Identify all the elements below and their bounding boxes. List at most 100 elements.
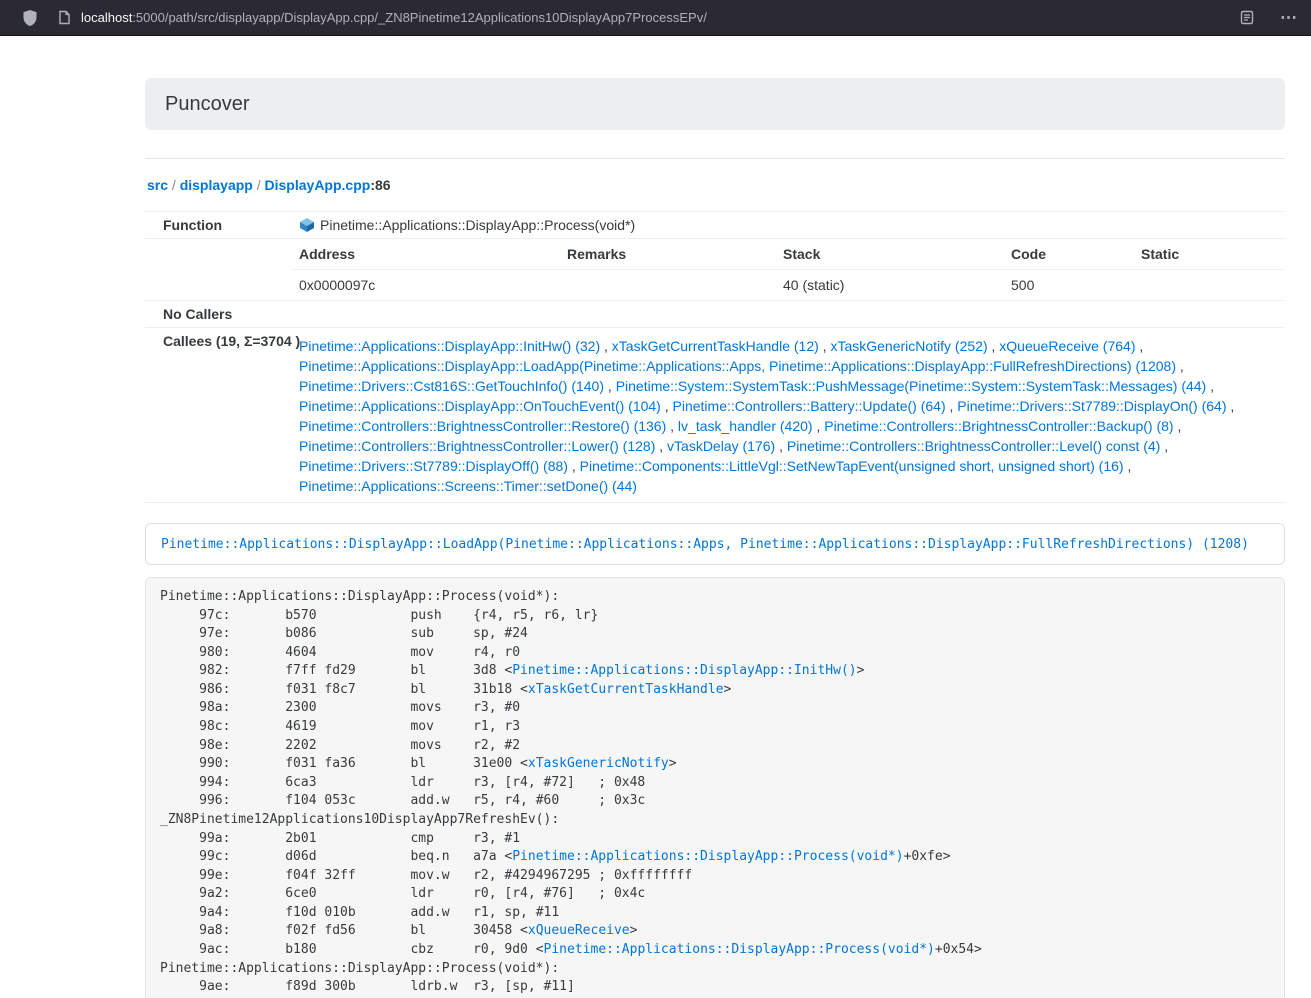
app-title: Puncover bbox=[165, 93, 250, 116]
callee-separator: , bbox=[655, 438, 667, 454]
callee-separator: , bbox=[1135, 338, 1143, 354]
code-line: 9a4: f10d 010b add.w r1, sp, #11 bbox=[160, 905, 559, 920]
overflow-menu-icon[interactable]: ⋯ bbox=[1280, 9, 1297, 26]
callee-link[interactable]: Pinetime::Drivers::St7789::DisplayOff() … bbox=[299, 458, 568, 474]
code-line: 980: 4604 mov r4, r0 bbox=[160, 645, 520, 660]
code-line: 994: 6ca3 ldr r3, [r4, #72] ; 0x48 bbox=[160, 775, 645, 790]
code-line: 99e: f04f 32ff mov.w r2, #4294967295 ; 0… bbox=[160, 868, 692, 883]
divider bbox=[145, 158, 1285, 159]
callers-row: No Callers bbox=[145, 301, 1285, 328]
callee-link[interactable]: Pinetime::Controllers::Battery::Update()… bbox=[673, 398, 946, 414]
code-symbol-link[interactable]: Pinetime::Applications::DisplayApp::Init… bbox=[512, 663, 856, 678]
breadcrumb-line-number: :86 bbox=[370, 177, 390, 193]
url-bar[interactable]: localhost:5000/path/src/displayapp/Displ… bbox=[81, 10, 1240, 25]
metrics-row: AddressRemarksStackCodeStatic 0x0000097c… bbox=[145, 239, 1285, 301]
callees-list: Pinetime::Applications::DisplayApp::Init… bbox=[291, 328, 1285, 503]
callee-separator: , bbox=[1227, 398, 1235, 414]
callee-link[interactable]: lv_task_handler (420) bbox=[678, 418, 813, 434]
callee-separator: , bbox=[813, 418, 825, 434]
metrics-value-code: 500 bbox=[1003, 270, 1133, 301]
metrics-header-code: Code bbox=[1003, 239, 1133, 270]
code-line: 98e: 2202 movs r2, #2 bbox=[160, 738, 520, 753]
code-line: 9ae: f89d 300b ldrb.w r3, [sp, #11] bbox=[160, 979, 575, 994]
breadcrumb-link[interactable]: src bbox=[147, 177, 168, 193]
code-line: 99c: d06d beq.n a7a <Pinetime::Applicati… bbox=[160, 849, 951, 864]
callees-row-label: Callees (19, Σ=3704 ) bbox=[145, 328, 291, 503]
callee-link[interactable]: Pinetime::Controllers::BrightnessControl… bbox=[824, 418, 1173, 434]
code-symbol-link[interactable]: xTaskGenericNotify bbox=[528, 756, 669, 771]
callee-separator: , bbox=[946, 398, 958, 414]
code-line: 990: f031 fa36 bl 31e00 <xTaskGenericNot… bbox=[160, 756, 677, 771]
callee-link[interactable]: Pinetime::System::SystemTask::PushMessag… bbox=[616, 378, 1207, 394]
callee-link[interactable]: Pinetime::Drivers::Cst816S::GetTouchInfo… bbox=[299, 378, 604, 394]
code-symbol-link[interactable]: Pinetime::Applications::DisplayApp::Proc… bbox=[512, 849, 903, 864]
callee-link[interactable]: xTaskGenericNotify (252) bbox=[830, 338, 987, 354]
callee-link[interactable]: Pinetime::Components::LittleVgl::SetNewT… bbox=[580, 458, 1124, 474]
callee-separator: , bbox=[1206, 378, 1214, 394]
code-line: 98c: 4619 mov r1, r3 bbox=[160, 719, 520, 734]
code-line: 986: f031 f8c7 bl 31b18 <xTaskGetCurrent… bbox=[160, 682, 731, 697]
callee-link[interactable]: Pinetime::Applications::Screens::Timer::… bbox=[299, 478, 637, 494]
metrics-header-address: Address bbox=[291, 239, 559, 270]
metrics-cell: AddressRemarksStackCodeStatic 0x0000097c… bbox=[291, 239, 1285, 301]
metrics-header-row: AddressRemarksStackCodeStatic bbox=[291, 239, 1285, 270]
code-line: 9ac: b180 cbz r0, 9d0 <Pinetime::Applica… bbox=[160, 942, 982, 957]
callee-link[interactable]: Pinetime::Applications::DisplayApp::OnTo… bbox=[299, 398, 661, 414]
callee-separator: , bbox=[604, 378, 616, 394]
code-line: 996: f104 053c add.w r5, r4, #60 ; 0x3c bbox=[160, 793, 645, 808]
breadcrumb-separator: / bbox=[253, 177, 265, 193]
callee-separator: , bbox=[666, 418, 678, 434]
function-row-label: Function bbox=[145, 212, 291, 239]
breadcrumb-link[interactable]: DisplayApp.cpp bbox=[265, 177, 371, 193]
callee-link[interactable]: Pinetime::Controllers::BrightnessControl… bbox=[299, 418, 666, 434]
breadcrumb-link[interactable]: displayapp bbox=[180, 177, 253, 193]
metrics-row-label bbox=[145, 239, 291, 301]
selected-symbol-link[interactable]: Pinetime::Applications::DisplayApp::Load… bbox=[161, 537, 1249, 552]
code-line: Pinetime::Applications::DisplayApp::Proc… bbox=[160, 961, 559, 976]
metrics-header-remarks: Remarks bbox=[559, 239, 775, 270]
code-line: Pinetime::Applications::DisplayApp::Proc… bbox=[160, 589, 559, 604]
symbol-table: Function Pinetime::Applications::Display… bbox=[145, 211, 1285, 503]
code-symbol-link[interactable]: Pinetime::Applications::DisplayApp::Proc… bbox=[544, 942, 935, 957]
code-symbol-link[interactable]: xTaskGetCurrentTaskHandle bbox=[528, 682, 724, 697]
callee-link[interactable]: Pinetime::Applications::DisplayApp::Init… bbox=[299, 338, 600, 354]
callee-separator: , bbox=[1176, 358, 1184, 374]
code-line: 982: f7ff fd29 bl 3d8 <Pinetime::Applica… bbox=[160, 663, 864, 678]
url-host: localhost bbox=[81, 10, 132, 25]
app-header-banner: Puncover bbox=[145, 78, 1285, 130]
callee-link[interactable]: xTaskGetCurrentTaskHandle (12) bbox=[612, 338, 819, 354]
url-path: :5000/path/src/displayapp/DisplayApp.cpp… bbox=[132, 10, 707, 25]
metrics-value-static bbox=[1133, 270, 1285, 301]
callee-link[interactable]: Pinetime::Controllers::BrightnessControl… bbox=[787, 438, 1160, 454]
metrics-header-static: Static bbox=[1133, 239, 1285, 270]
callees-row: Callees (19, Σ=3704 ) Pinetime::Applicat… bbox=[145, 328, 1285, 503]
metrics-value-address: 0x0000097c bbox=[291, 270, 559, 301]
callers-empty-cell bbox=[291, 301, 1285, 328]
browser-toolbar: localhost:5000/path/src/displayapp/Displ… bbox=[0, 0, 1311, 36]
callers-row-label: No Callers bbox=[145, 301, 291, 328]
callee-link[interactable]: xQueueReceive (764) bbox=[999, 338, 1135, 354]
reader-view-icon[interactable] bbox=[1240, 10, 1254, 25]
callee-separator: , bbox=[1124, 458, 1132, 474]
callee-separator: , bbox=[1160, 438, 1168, 454]
code-line: 9a2: 6ce0 ldr r0, [r4, #76] ; 0x4c bbox=[160, 886, 645, 901]
disassembly: Pinetime::Applications::DisplayApp::Proc… bbox=[145, 577, 1285, 998]
callee-separator: , bbox=[775, 438, 787, 454]
tracking-shield-icon[interactable] bbox=[22, 9, 38, 27]
function-name-cell: Pinetime::Applications::DisplayApp::Proc… bbox=[291, 212, 1285, 239]
code-line: 99a: 2b01 cmp r3, #1 bbox=[160, 831, 520, 846]
callee-link[interactable]: vTaskDelay (176) bbox=[667, 438, 775, 454]
callee-separator: , bbox=[819, 338, 831, 354]
metrics-value-stack: 40 (static) bbox=[775, 270, 1003, 301]
code-line: 97e: b086 sub sp, #24 bbox=[160, 626, 528, 641]
selected-symbol-panel: Pinetime::Applications::DisplayApp::Load… bbox=[145, 523, 1285, 565]
callee-link[interactable]: Pinetime::Drivers::St7789::DisplayOn() (… bbox=[957, 398, 1226, 414]
metrics-header-stack: Stack bbox=[775, 239, 1003, 270]
callee-separator: , bbox=[568, 458, 580, 474]
page-info-icon[interactable] bbox=[58, 10, 71, 25]
code-symbol-link[interactable]: xQueueReceive bbox=[528, 923, 630, 938]
callee-link[interactable]: Pinetime::Controllers::BrightnessControl… bbox=[299, 438, 655, 454]
code-line: 97c: b570 push {r4, r5, r6, lr} bbox=[160, 608, 598, 623]
main-content: Puncover src / displayapp / DisplayApp.c… bbox=[145, 78, 1285, 998]
callee-link[interactable]: Pinetime::Applications::DisplayApp::Load… bbox=[299, 358, 1176, 374]
